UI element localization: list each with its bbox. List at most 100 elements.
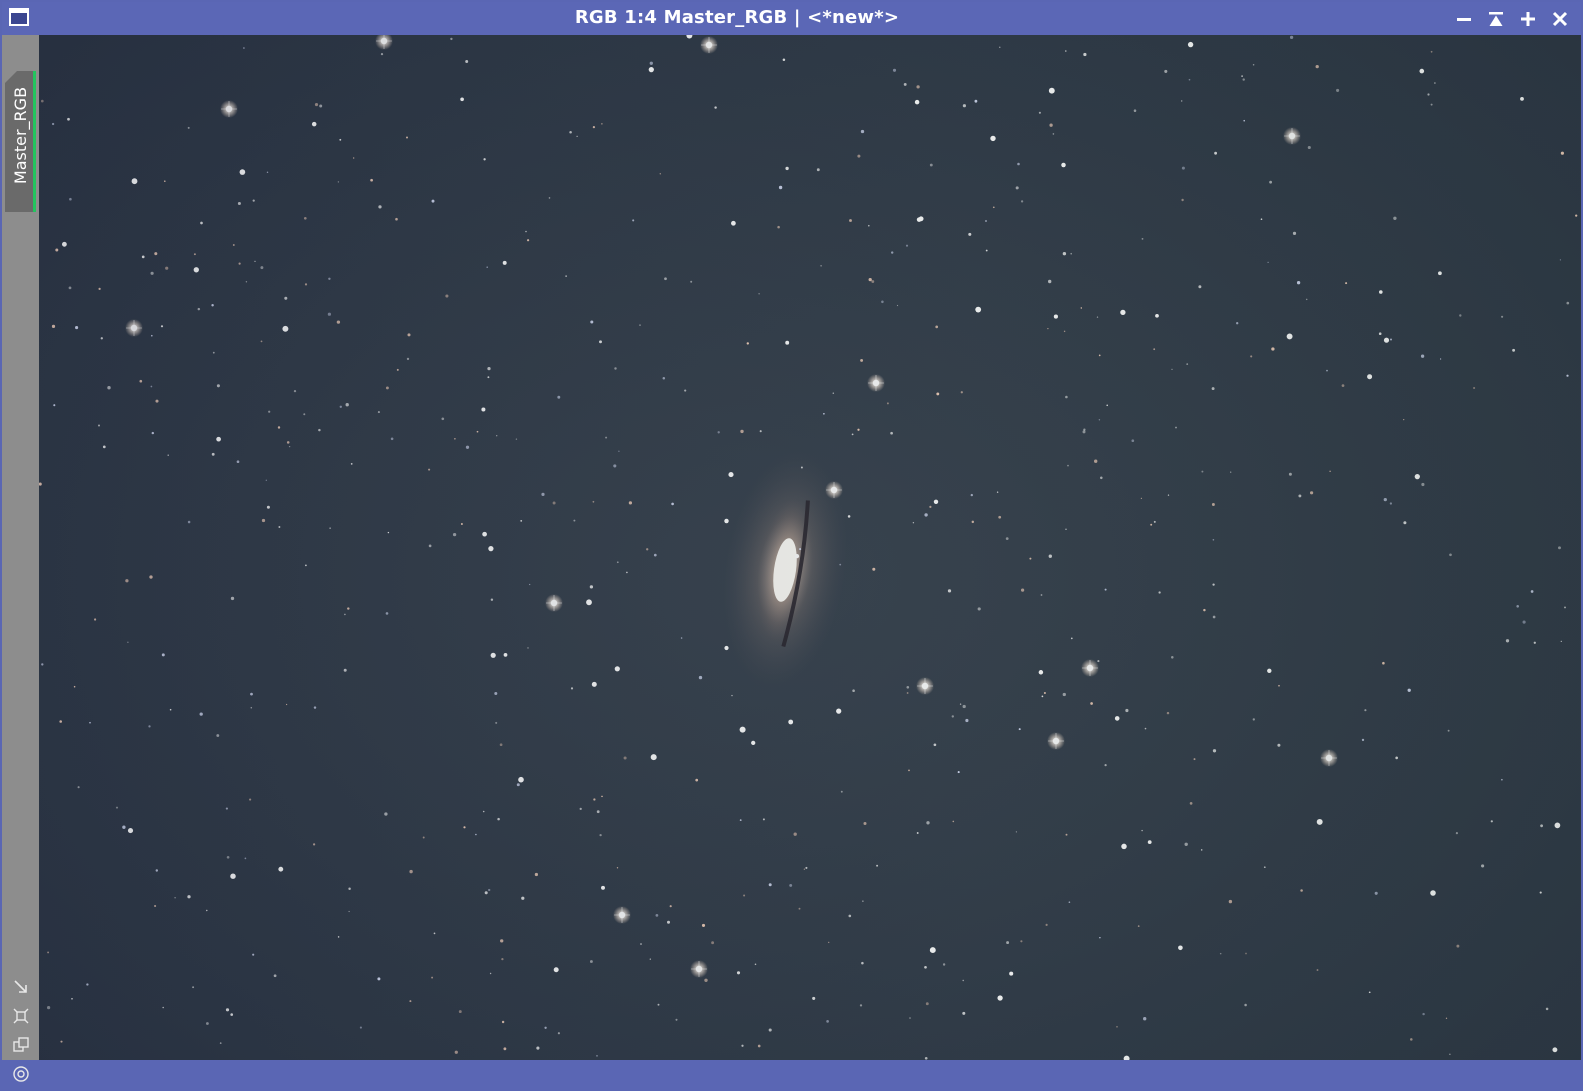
shade-button[interactable] xyxy=(1483,6,1509,32)
maximize-button[interactable] xyxy=(1515,6,1541,32)
star xyxy=(1203,608,1206,612)
star xyxy=(1243,119,1245,122)
minimize-button[interactable] xyxy=(1451,6,1477,32)
star xyxy=(490,652,496,658)
star xyxy=(1116,1026,1118,1028)
fit-view-icon[interactable] xyxy=(2,1007,39,1033)
star xyxy=(1021,588,1025,592)
star xyxy=(284,296,288,300)
star xyxy=(812,996,816,1000)
star xyxy=(731,220,736,226)
star xyxy=(860,358,864,362)
star xyxy=(377,411,380,414)
star xyxy=(935,325,939,329)
star xyxy=(816,168,820,172)
star xyxy=(996,491,999,493)
star xyxy=(1419,68,1425,74)
star xyxy=(992,206,995,209)
star xyxy=(1214,151,1218,155)
star xyxy=(534,872,539,877)
star xyxy=(1100,476,1103,480)
star xyxy=(959,703,962,705)
star xyxy=(1345,282,1348,285)
star xyxy=(1383,497,1387,502)
star xyxy=(1455,832,1458,835)
star xyxy=(793,832,797,836)
star xyxy=(929,505,932,508)
star xyxy=(359,1026,362,1029)
star xyxy=(516,783,520,787)
star xyxy=(1305,298,1308,301)
star xyxy=(962,704,966,709)
star xyxy=(1533,641,1536,644)
star xyxy=(1267,668,1272,673)
star xyxy=(86,983,89,986)
target-icon[interactable] xyxy=(2,1065,39,1091)
star xyxy=(1155,313,1159,318)
star xyxy=(1167,494,1170,496)
star xyxy=(1326,369,1328,372)
star xyxy=(671,502,674,506)
star xyxy=(794,553,800,559)
star xyxy=(1540,824,1543,828)
star xyxy=(1252,63,1255,66)
star xyxy=(1289,35,1294,40)
star xyxy=(653,553,657,557)
star xyxy=(579,807,582,811)
star xyxy=(1040,594,1043,596)
star xyxy=(1212,583,1215,586)
star xyxy=(1065,833,1068,836)
star xyxy=(476,430,479,433)
star xyxy=(977,607,981,611)
star xyxy=(482,810,485,813)
star xyxy=(868,224,870,227)
star xyxy=(1390,338,1392,341)
title-bar[interactable]: RGB 1:4 Master_RGB | <*new*> xyxy=(2,2,1581,35)
star xyxy=(1439,358,1442,360)
star xyxy=(71,997,73,1000)
star xyxy=(1367,374,1373,380)
image-viewport[interactable] xyxy=(39,35,1581,1060)
star xyxy=(488,545,494,552)
star xyxy=(541,492,545,496)
star xyxy=(150,385,153,388)
star xyxy=(165,266,169,270)
star xyxy=(529,583,531,586)
star xyxy=(488,888,491,892)
view-tab-label[interactable]: Master_RGB xyxy=(5,69,36,210)
star xyxy=(230,596,235,601)
star xyxy=(503,1047,507,1051)
star xyxy=(1184,842,1188,846)
star xyxy=(1410,1038,1413,1041)
star xyxy=(1193,758,1196,761)
close-button[interactable] xyxy=(1547,6,1573,32)
star xyxy=(149,575,153,579)
star xyxy=(314,103,319,107)
resize-arrow-icon[interactable] xyxy=(2,978,39,1004)
star xyxy=(1336,88,1340,92)
star xyxy=(1158,591,1161,594)
star xyxy=(100,337,103,340)
star xyxy=(741,1044,744,1047)
star xyxy=(1029,557,1032,560)
star xyxy=(552,501,556,505)
star xyxy=(1263,866,1266,869)
star xyxy=(154,904,157,908)
star xyxy=(167,454,169,456)
star xyxy=(206,909,208,912)
star xyxy=(422,836,425,839)
star xyxy=(77,786,80,789)
star xyxy=(655,914,659,917)
star xyxy=(632,219,635,222)
star xyxy=(1189,802,1193,805)
clone-view-icon[interactable] xyxy=(2,1036,39,1062)
star xyxy=(304,283,308,286)
star xyxy=(1252,718,1255,721)
star xyxy=(115,806,119,809)
star xyxy=(965,718,969,723)
star xyxy=(739,726,746,733)
star xyxy=(288,445,291,448)
star xyxy=(328,277,331,281)
star xyxy=(544,1026,547,1029)
star xyxy=(305,564,307,567)
